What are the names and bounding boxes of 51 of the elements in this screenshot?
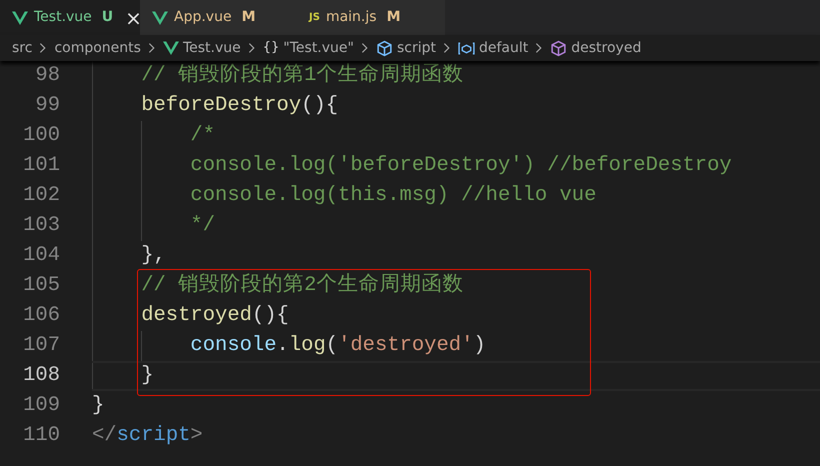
- code-line: // 销毁阶段的第1个生命周期函数: [140, 62, 464, 89]
- git-status: M: [242, 8, 256, 27]
- code-line: }: [140, 362, 154, 389]
- line-number: 107: [22, 332, 60, 359]
- line-number: 100: [22, 122, 60, 149]
- cube-icon: [376, 40, 393, 56]
- breadcrumb-item[interactable]: script: [396, 38, 436, 58]
- line-number: 99: [34, 92, 60, 119]
- code-line: console.log('destroyed'): [189, 332, 486, 359]
- tab-label: App.vue: [174, 8, 232, 27]
- close-icon[interactable]: ×: [125, 8, 142, 28]
- line-number: 98: [34, 62, 60, 89]
- vue-icon: [162, 40, 179, 56]
- line-number: 101: [22, 152, 60, 179]
- breadcrumb-item[interactable]: default: [478, 38, 528, 58]
- code-line: destroyed(){: [140, 302, 289, 329]
- tab-label: main.js: [326, 8, 377, 27]
- line-number: 109: [22, 392, 60, 419]
- editor-tab[interactable]: JS main.js M: [297, 0, 445, 35]
- code-line: console.log(this.msg) //hello vue: [189, 182, 596, 209]
- code-line: console.log('beforeDestroy') //beforeDestroy: [189, 152, 732, 179]
- code-line: */: [189, 212, 216, 239]
- vue-icon: [12, 10, 28, 26]
- code-line: }: [92, 392, 104, 419]
- cube-icon: [550, 40, 568, 56]
- js-icon: JS: [309, 10, 320, 25]
- breadcrumb-item[interactable]: Test.vue: [182, 38, 241, 58]
- vue-icon: [152, 10, 168, 26]
- line-number: 108: [22, 362, 60, 389]
- line-number: 103: [22, 212, 60, 239]
- editor-tab[interactable]: App.vue M: [140, 0, 297, 35]
- code-line: /*: [189, 122, 216, 149]
- line-number: 102: [22, 182, 60, 209]
- breadcrumb-item[interactable]: destroyed: [571, 38, 642, 58]
- code-line: },: [140, 242, 166, 269]
- braces-icon: {}: [262, 38, 280, 58]
- line-number: 105: [22, 272, 60, 299]
- line-number: 110: [22, 422, 60, 449]
- line-number: 104: [22, 242, 60, 269]
- line-number: 106: [22, 302, 60, 329]
- variable-icon: [458, 40, 475, 56]
- code-line: beforeDestroy(){: [140, 92, 338, 119]
- breadcrumb-item[interactable]: src: [12, 38, 32, 58]
- git-status: U: [102, 8, 114, 27]
- editor-tab[interactable]: Test.vue U ×: [0, 0, 140, 35]
- tab-label: Test.vue: [34, 8, 92, 27]
- breadcrumb-item[interactable]: "Test.vue": [283, 38, 354, 58]
- code-line: // 销毁阶段的第2个生命周期函数: [140, 272, 464, 299]
- git-status: M: [386, 8, 400, 27]
- breadcrumb-item[interactable]: components: [54, 38, 141, 58]
- code-line: </script>: [92, 422, 203, 449]
